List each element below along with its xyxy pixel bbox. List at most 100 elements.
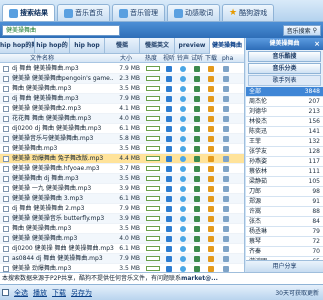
category-tab[interactable]: hip hop的 bbox=[35, 37, 70, 54]
phone-icon[interactable] bbox=[223, 246, 229, 252]
play-icon[interactable] bbox=[166, 76, 172, 82]
file-name[interactable]: dj0200 健美操 舞曲 健美操舞曲.mp3 bbox=[12, 244, 114, 254]
lyrics-icon[interactable] bbox=[180, 216, 186, 222]
download-icon[interactable] bbox=[208, 86, 214, 92]
lyrics-icon[interactable] bbox=[180, 146, 186, 152]
table-row[interactable]: 花花舞 舞曲 健美操舞曲.mp3 4.0 MB bbox=[0, 114, 244, 124]
table-row[interactable]: 健美操 健美操舞曲2.mp3 4.1 MB bbox=[0, 104, 244, 114]
col-header-popularity[interactable]: 热度 bbox=[145, 54, 157, 63]
row-checkbox[interactable] bbox=[3, 216, 9, 222]
file-name[interactable]: 健美操 健美操音乐 butterfly.mp3 bbox=[12, 214, 114, 224]
lyrics-icon[interactable] bbox=[180, 176, 186, 182]
listen-icon[interactable] bbox=[194, 246, 200, 252]
listen-icon[interactable] bbox=[194, 106, 200, 112]
tab-games[interactable]: ★ 酷狗游戏 bbox=[222, 4, 275, 21]
play-icon[interactable] bbox=[166, 96, 172, 102]
file-name[interactable]: 健美操 劲爆舞曲.mp3 bbox=[12, 264, 114, 272]
listen-icon[interactable] bbox=[194, 96, 200, 102]
download-icon[interactable] bbox=[208, 76, 214, 82]
listen-icon[interactable] bbox=[194, 66, 200, 72]
close-icon[interactable]: × bbox=[314, 38, 320, 50]
singer-item[interactable]: 陈奕迅 141 bbox=[246, 127, 323, 137]
file-name[interactable]: 健美操 健美操舞曲.hfyoae.mp3 bbox=[12, 164, 114, 174]
phone-icon[interactable] bbox=[223, 96, 229, 102]
lyrics-icon[interactable] bbox=[180, 196, 186, 202]
notice-link[interactable]: market@... bbox=[181, 275, 218, 282]
download-icon[interactable] bbox=[208, 96, 214, 102]
row-checkbox[interactable] bbox=[3, 206, 9, 212]
phone-icon[interactable] bbox=[223, 146, 229, 152]
file-name[interactable]: 舞曲 健美操舞曲.mp3 bbox=[12, 84, 114, 94]
play-icon[interactable] bbox=[166, 126, 172, 132]
download-icon[interactable] bbox=[208, 246, 214, 252]
file-name[interactable]: 健美操舞曲 dj 舞曲.mp3 bbox=[12, 174, 114, 184]
phone-icon[interactable] bbox=[223, 106, 229, 112]
row-checkbox[interactable] bbox=[3, 226, 9, 232]
lyrics-icon[interactable] bbox=[180, 136, 186, 142]
file-name[interactable]: dj 舞曲 健美操舞曲.mp3 bbox=[12, 94, 114, 104]
phone-icon[interactable] bbox=[223, 226, 229, 232]
phone-icon[interactable] bbox=[223, 186, 229, 192]
download-icon[interactable] bbox=[208, 116, 214, 122]
listen-icon[interactable] bbox=[194, 166, 200, 172]
table-row[interactable]: 舞曲 健美操舞曲.mp3 3.5 MB bbox=[0, 84, 244, 94]
lyrics-icon[interactable] bbox=[180, 66, 186, 72]
singer-item[interactable]: 刀郎 98 bbox=[246, 187, 323, 197]
download-icon[interactable] bbox=[208, 166, 214, 172]
singer-item[interactable]: 林俊杰 156 bbox=[246, 117, 323, 127]
phone-icon[interactable] bbox=[223, 76, 229, 82]
table-row[interactable]: 健美操舞曲.mp3 3.5 MB bbox=[0, 144, 244, 154]
category-tab[interactable]: hip hop的舞曲 bbox=[0, 37, 35, 54]
lyrics-icon[interactable] bbox=[180, 106, 186, 112]
play-icon[interactable] bbox=[166, 216, 172, 222]
tab-lyrics[interactable]: 动感歌词 bbox=[167, 4, 220, 21]
play-icon[interactable] bbox=[166, 246, 172, 252]
phone-icon[interactable] bbox=[223, 86, 229, 92]
play-icon[interactable] bbox=[166, 116, 172, 122]
row-checkbox[interactable] bbox=[3, 236, 9, 242]
lyrics-icon[interactable] bbox=[180, 156, 186, 162]
table-row[interactable]: dj 舞曲 健美操舞曲.mp3 7.9 MB bbox=[0, 94, 244, 104]
listen-icon[interactable] bbox=[194, 226, 200, 232]
lyrics-icon[interactable] bbox=[180, 76, 186, 82]
music-category-button[interactable]: 音乐分类 bbox=[248, 63, 321, 74]
table-row[interactable]: 健美操音乐与健美操舞曲.mp3 5.8 MB bbox=[0, 134, 244, 144]
file-name[interactable]: 健美操 一九 健美操舞曲.mp3 bbox=[12, 184, 114, 194]
file-name[interactable]: 舞曲 健美操舞曲.mp3 bbox=[12, 224, 114, 234]
lyrics-icon[interactable] bbox=[180, 206, 186, 212]
row-checkbox[interactable] bbox=[3, 86, 9, 92]
download-icon[interactable] bbox=[208, 136, 214, 142]
download-icon[interactable] bbox=[208, 216, 214, 222]
phone-icon[interactable] bbox=[223, 166, 229, 172]
download-icon[interactable] bbox=[208, 196, 214, 202]
listen-icon[interactable] bbox=[194, 86, 200, 92]
category-tab[interactable]: preview bbox=[175, 37, 210, 54]
download-icon[interactable] bbox=[208, 146, 214, 152]
singer-item[interactable]: 孙燕姿 117 bbox=[246, 157, 323, 167]
download-icon[interactable] bbox=[208, 176, 214, 182]
play-icon[interactable] bbox=[166, 236, 172, 242]
singer-item[interactable]: 杨丞琳 79 bbox=[246, 227, 323, 237]
lyrics-icon[interactable] bbox=[180, 246, 186, 252]
file-name[interactable]: 健美操 健美操舞曲pengoin's game... bbox=[12, 74, 114, 84]
phone-icon[interactable] bbox=[223, 216, 229, 222]
table-row[interactable]: 舞曲 健美操舞曲.mp3 3.5 MB bbox=[0, 224, 244, 234]
file-name[interactable]: 健美操 健美操舞曲2.mp3 bbox=[12, 104, 114, 114]
download-icon[interactable] bbox=[208, 156, 214, 162]
file-name[interactable]: 健美操 劲爆舞曲 兔子舞改版.mp3 bbox=[12, 154, 114, 164]
singer-item[interactable]: 蔡依林 111 bbox=[246, 167, 323, 177]
play-icon[interactable] bbox=[166, 206, 172, 212]
file-name[interactable]: 健美操 健美操舞曲 3.mp3 bbox=[12, 194, 114, 204]
download-button[interactable]: 下载 bbox=[52, 288, 66, 298]
row-checkbox[interactable] bbox=[3, 186, 9, 192]
table-row[interactable]: 健美操 劲爆舞曲.mp3 3.5 MB bbox=[0, 264, 244, 272]
col-header-filename[interactable]: 文件名称 bbox=[30, 54, 54, 63]
table-row[interactable]: dj0200 健美操 舞曲 健美操舞曲.mp3 6.1 MB bbox=[0, 244, 244, 254]
singer-item[interactable]: 周杰伦 207 bbox=[246, 97, 323, 107]
table-row[interactable]: dj 舞曲 健美操舞曲 2.mp3 7.9 MB bbox=[0, 204, 244, 214]
listen-icon[interactable] bbox=[194, 76, 200, 82]
download-icon[interactable] bbox=[208, 106, 214, 112]
row-checkbox[interactable] bbox=[3, 76, 9, 82]
row-checkbox[interactable] bbox=[3, 106, 9, 112]
table-row[interactable]: 健美操 健美操舞曲.hfyoae.mp3 3.7 MB bbox=[0, 164, 244, 174]
